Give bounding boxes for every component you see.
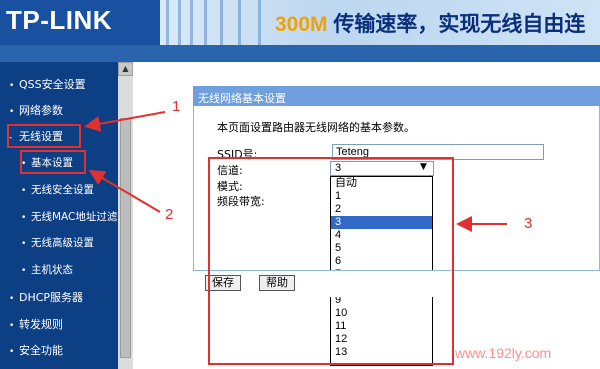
arrow-to-box-2: [88, 169, 161, 213]
annotation-label-3: 3: [524, 215, 533, 232]
watermark: www.192ly.com: [455, 345, 552, 361]
annotation-label-1: 1: [172, 98, 181, 115]
annotation-arrows: [84, 111, 507, 232]
arrow-to-box-1: [84, 111, 166, 132]
annotation-label-2: 2: [165, 206, 174, 223]
